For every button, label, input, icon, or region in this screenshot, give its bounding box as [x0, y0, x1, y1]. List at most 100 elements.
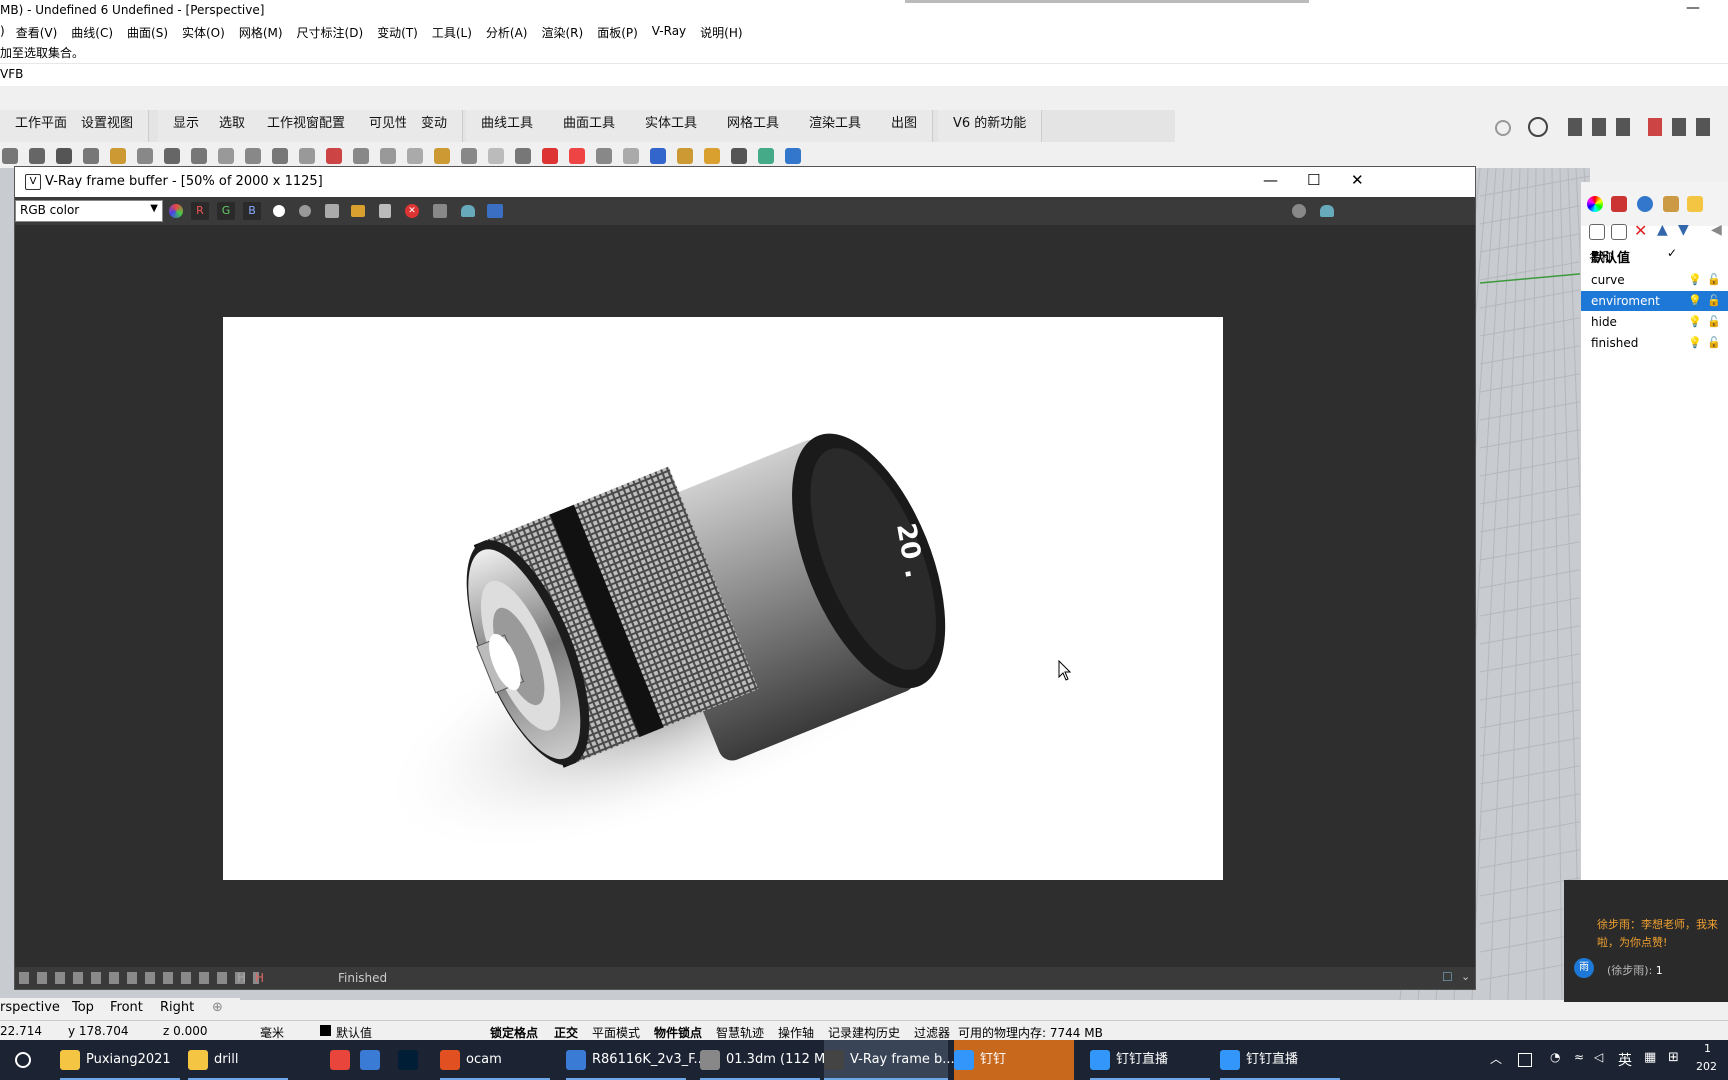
layer-row[interactable]: hide 💡 🔓: [1581, 312, 1728, 332]
menu-item[interactable]: 渲染(R): [534, 24, 590, 41]
tool-icon[interactable]: [434, 148, 450, 164]
layer-row[interactable]: curve 💡 🔓: [1581, 270, 1728, 290]
start-search-icon[interactable]: [15, 1052, 31, 1068]
volume-icon[interactable]: ◁: [1594, 1050, 1603, 1064]
open-folder-icon[interactable]: [351, 205, 365, 217]
tool-icon[interactable]: [704, 148, 720, 164]
lock-icon[interactable]: 🔓: [1707, 315, 1721, 328]
tool-icon[interactable]: [245, 148, 261, 164]
toggle-grid-snap[interactable]: 锁定格点: [490, 1024, 538, 1041]
vfb-close-button[interactable]: ✕: [1351, 171, 1364, 189]
tool-icon[interactable]: [515, 148, 531, 164]
mono-icon[interactable]: [299, 205, 311, 217]
channel-select[interactable]: RGB color ▼: [15, 200, 163, 222]
toggle-planar[interactable]: 平面模式: [592, 1024, 640, 1041]
delete-layer-icon[interactable]: ✕: [1634, 221, 1647, 240]
menu-item[interactable]: 查看(V): [9, 24, 65, 41]
tool-icon[interactable]: [785, 148, 801, 164]
menu-item[interactable]: V-Ray: [645, 24, 693, 41]
render-icon[interactable]: [1637, 196, 1653, 212]
history-icon[interactable]: [487, 204, 503, 218]
tab-7[interactable]: 曲线工具: [466, 110, 550, 142]
menu-item[interactable]: 工具(L): [425, 24, 479, 41]
lightbulb-icon[interactable]: 💡: [1688, 273, 1702, 286]
menu-item[interactable]: 分析(A): [479, 24, 535, 41]
taskbar-item[interactable]: drill: [188, 1040, 288, 1080]
tool-icon[interactable]: [2, 148, 18, 164]
tool-icon[interactable]: [569, 148, 585, 164]
tab-9[interactable]: 实体工具: [630, 110, 714, 142]
toggle-filter[interactable]: 过滤器: [914, 1024, 950, 1041]
new-layer-icon[interactable]: [1589, 224, 1605, 240]
lock-icon[interactable]: 🔓: [1707, 336, 1721, 349]
menu-item[interactable]: 面板(P): [590, 24, 645, 41]
gear-icon[interactable]: [1495, 120, 1511, 136]
menu-item[interactable]: 网格(M): [232, 24, 290, 41]
lock-icon[interactable]: 🔓: [1707, 273, 1721, 286]
lightbulb-icon[interactable]: 💡: [1688, 336, 1702, 349]
vray-logo-icon[interactable]: [1528, 117, 1548, 137]
material-icon[interactable]: [1611, 196, 1627, 212]
tool-icon[interactable]: [407, 148, 423, 164]
alpha-white-icon[interactable]: [273, 205, 285, 217]
rendered-image[interactable]: 1 . . . 20 .: [223, 317, 1223, 880]
save-icon[interactable]: [325, 204, 339, 218]
taskbar-item[interactable]: Puxiang2021: [60, 1040, 180, 1080]
tool-icon[interactable]: [758, 148, 774, 164]
tool-icon[interactable]: [272, 148, 288, 164]
tool-icon[interactable]: [56, 148, 72, 164]
toggle-osnap[interactable]: 物件锁点: [654, 1024, 702, 1041]
taskbar-item[interactable]: ocam: [440, 1040, 550, 1080]
tool-icon[interactable]: [650, 148, 666, 164]
tool-icon[interactable]: [1663, 196, 1679, 212]
layer-row[interactable]: finished 💡 🔓: [1581, 333, 1728, 353]
menu-item[interactable]: 尺寸标注(D): [290, 24, 371, 41]
command-line-text[interactable]: VFB: [0, 67, 23, 81]
region-render-icon[interactable]: [433, 204, 447, 218]
tool-icon[interactable]: [218, 148, 234, 164]
tool-icon[interactable]: [191, 148, 207, 164]
taskbar-item[interactable]: 钉钉: [954, 1040, 1074, 1080]
tab-8[interactable]: 曲面工具: [548, 110, 632, 142]
move-down-icon[interactable]: ▼: [1678, 222, 1689, 238]
tool-icon[interactable]: [542, 148, 558, 164]
red-channel-button[interactable]: R: [191, 202, 209, 220]
tool-icon[interactable]: [677, 148, 693, 164]
lock-icon[interactable]: 🔓: [1707, 294, 1721, 307]
green-channel-button[interactable]: G: [217, 202, 235, 220]
menu-item[interactable]: 实体(O): [175, 24, 232, 41]
tool-icon[interactable]: [137, 148, 153, 164]
toggle-ortho[interactable]: 正交: [554, 1024, 578, 1041]
tool-icon[interactable]: [596, 148, 612, 164]
vfb-maximize-button[interactable]: ☐: [1307, 171, 1320, 189]
lightbulb-icon[interactable]: 💡: [1688, 315, 1702, 328]
status-h2-button[interactable]: H: [255, 971, 264, 985]
keyboard-icon[interactable]: ▦: [1644, 1050, 1656, 1065]
layer-row[interactable]: enviroment 💡 🔓: [1581, 291, 1728, 311]
tab-6[interactable]: 变动: [406, 110, 464, 142]
chevron-double-down-icon[interactable]: ⌄: [1461, 970, 1470, 983]
stop-render-icon[interactable]: [1292, 204, 1306, 218]
status-h-button[interactable]: H: [237, 971, 246, 985]
network-icon[interactable]: ◔: [1550, 1050, 1560, 1064]
tool-icon[interactable]: [488, 148, 504, 164]
tool-icon[interactable]: [29, 148, 45, 164]
command-line[interactable]: VFB: [0, 64, 1728, 86]
expand-icon[interactable]: ☐: [1442, 970, 1453, 984]
taskbar-item[interactable]: 钉钉直播: [1220, 1040, 1340, 1080]
tab-4[interactable]: 工作视窗配置: [252, 110, 362, 142]
tool-icon[interactable]: [353, 148, 369, 164]
current-layer[interactable]: 默认值: [336, 1024, 372, 1041]
clock-time[interactable]: 1: [1704, 1042, 1711, 1055]
lightbulb-icon[interactable]: 💡: [1688, 294, 1702, 307]
color-channels-icon[interactable]: [169, 204, 183, 218]
taskbar-item[interactable]: [330, 1040, 356, 1080]
clipboard-icon[interactable]: [379, 204, 391, 218]
ime-indicator[interactable]: 英: [1618, 1050, 1632, 1070]
render-teapot-icon[interactable]: [1320, 205, 1334, 217]
tool-icon[interactable]: [326, 148, 342, 164]
menu-item[interactable]: 曲线(C): [64, 24, 120, 41]
taskbar-item[interactable]: [398, 1040, 428, 1080]
folder-icon[interactable]: [1687, 196, 1703, 212]
menu-item[interactable]: 曲面(S): [120, 24, 175, 41]
